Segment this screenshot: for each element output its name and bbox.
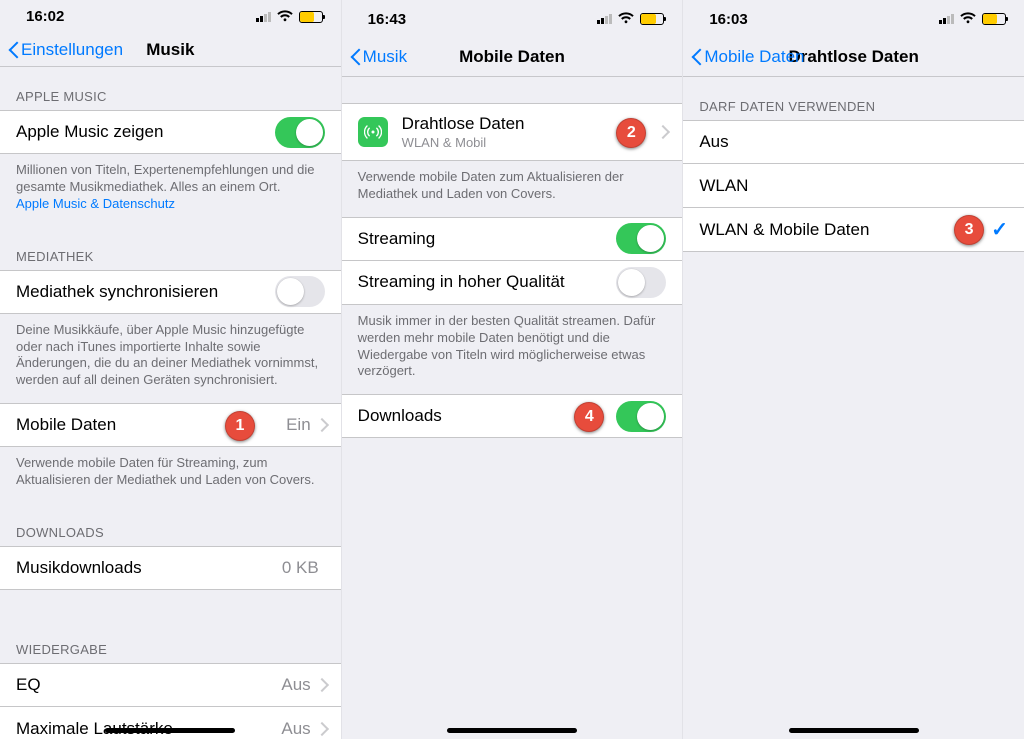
row-eq[interactable]: EQ Aus (0, 663, 341, 707)
value-max-volume: Aus (281, 719, 310, 739)
chevron-right-icon (658, 125, 666, 139)
wifi-icon (277, 10, 293, 24)
battery-icon (640, 13, 664, 25)
wifi-icon (618, 12, 634, 26)
section-header-playback: WIEDERGABE (0, 620, 341, 663)
annotation-badge-4: 4 (574, 402, 604, 432)
battery-icon (299, 11, 323, 23)
nav-header: Einstellungen Musik (0, 33, 341, 66)
toggle-show-apple-music[interactable] (275, 117, 325, 148)
footer-mobile-data: Verwende mobile Daten für Streaming, zum… (0, 447, 341, 503)
row-option-wlan-cell[interactable]: WLAN & Mobile Daten ✓ 3 (683, 208, 1024, 252)
toggle-streaming-hq[interactable] (616, 267, 666, 298)
status-bar: 16:02 (0, 0, 341, 33)
value-eq: Aus (281, 675, 310, 695)
chevron-left-icon (8, 41, 19, 59)
home-indicator (447, 728, 577, 733)
footer-apple-music: Millionen von Titeln, Expertenempfehlung… (0, 154, 341, 227)
section-header-apple-music: APPLE MUSIC (0, 67, 341, 110)
back-button[interactable]: Einstellungen (8, 33, 123, 66)
row-streaming[interactable]: Streaming (342, 217, 683, 261)
battery-icon (982, 13, 1006, 25)
row-wireless-data[interactable]: Drahtlose Daten WLAN & Mobil 2 (342, 103, 683, 161)
phone-mobile-data-settings: 16:43 Musik Mobile Daten (341, 0, 683, 739)
phone-music-settings: 16:02 Einstellungen Musik APPLE MUSIC Ap… (0, 0, 341, 739)
home-indicator (105, 728, 235, 733)
back-button[interactable]: Mobile Daten (691, 38, 804, 76)
status-time: 16:02 (26, 8, 64, 25)
value-mobile-data: Ein (286, 415, 311, 435)
phone-wireless-data-settings: 16:03 Mobile Daten Drahtlose Daten DARF … (682, 0, 1024, 739)
row-max-volume[interactable]: Maximale Lautstärke Aus (0, 707, 341, 739)
footer-streaming: Musik immer in der besten Qualität strea… (342, 305, 683, 395)
annotation-badge-2: 2 (616, 118, 646, 148)
nav-header: Musik Mobile Daten (342, 38, 683, 76)
toggle-streaming[interactable] (616, 223, 666, 254)
back-button[interactable]: Musik (350, 38, 407, 76)
nav-header: Mobile Daten Drahtlose Daten (683, 38, 1024, 76)
chevron-right-icon (317, 418, 325, 432)
back-label: Musik (363, 47, 407, 67)
antenna-icon (358, 117, 388, 147)
chevron-right-icon (317, 678, 325, 692)
signal-icon (939, 14, 954, 24)
back-label: Mobile Daten (704, 47, 804, 67)
value-music-downloads: 0 KB (282, 558, 319, 578)
chevron-left-icon (691, 48, 702, 66)
link-apple-music-privacy[interactable]: Apple Music & Datenschutz (16, 196, 175, 211)
section-header-mediathek: MEDIATHEK (0, 227, 341, 270)
section-header-permitted-data: DARF DATEN VERWENDEN (683, 77, 1024, 120)
row-show-apple-music[interactable]: Apple Music zeigen (0, 110, 341, 154)
section-header-downloads: DOWNLOADS (0, 503, 341, 546)
row-music-downloads[interactable]: Musikdownloads 0 KB (0, 546, 341, 590)
status-bar: 16:43 (342, 0, 683, 38)
annotation-badge-3: 3 (954, 215, 984, 245)
checkmark-icon: ✓ (991, 217, 1008, 242)
row-option-off[interactable]: Aus (683, 120, 1024, 164)
row-mobile-data[interactable]: Mobile Daten Ein 1 (0, 403, 341, 447)
page-title: Drahtlose Daten (788, 47, 918, 67)
row-sync-library[interactable]: Mediathek synchronisieren (0, 270, 341, 314)
toggle-sync-library[interactable] (275, 276, 325, 307)
page-title: Musik (146, 40, 194, 60)
signal-icon (597, 14, 612, 24)
row-downloads[interactable]: Downloads 4 (342, 394, 683, 438)
annotation-badge-1: 1 (225, 411, 255, 441)
row-option-wlan[interactable]: WLAN (683, 164, 1024, 208)
signal-icon (256, 12, 271, 22)
status-bar: 16:03 (683, 0, 1024, 38)
page-title: Mobile Daten (459, 47, 565, 67)
status-time: 16:03 (709, 11, 747, 28)
chevron-left-icon (350, 48, 361, 66)
home-indicator (789, 728, 919, 733)
chevron-right-icon (317, 722, 325, 736)
footer-sync-library: Deine Musikkäufe, über Apple Music hinzu… (0, 314, 341, 404)
back-label: Einstellungen (21, 40, 123, 60)
wifi-icon (960, 12, 976, 26)
status-time: 16:43 (368, 11, 406, 28)
toggle-downloads[interactable] (616, 401, 666, 432)
footer-wireless-data: Verwende mobile Daten zum Aktualisieren … (342, 161, 683, 217)
row-streaming-hq[interactable]: Streaming in hoher Qualität (342, 261, 683, 305)
subtitle-wireless-data: WLAN & Mobil (402, 135, 525, 150)
